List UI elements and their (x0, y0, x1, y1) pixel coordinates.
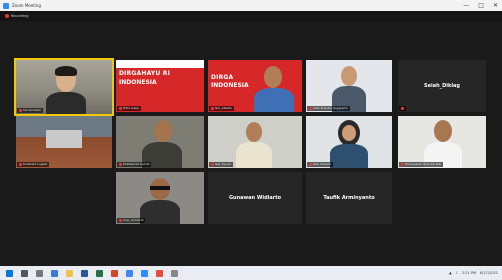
participant-display-name: Gunawan Widiarto (228, 195, 282, 201)
participant-name-tag (399, 106, 406, 111)
wifi-icon[interactable]: ▲ (449, 271, 452, 275)
participant-name-tag: Rita Yulianti (307, 162, 333, 167)
participant-tile[interactable]: Taufik Arminyanto (306, 172, 392, 224)
participant-video (16, 60, 112, 114)
edge-icon[interactable] (51, 269, 58, 277)
app-icon[interactable] (156, 269, 163, 277)
participant-video (306, 116, 392, 168)
participant-name-tag: Iris Surianto (17, 108, 44, 113)
participant-face (341, 66, 357, 86)
participant-tile[interactable]: Seiah_Diklag (398, 60, 486, 112)
participant-name-tag: Adhi Pranata Sugiyarto (307, 106, 350, 111)
mic-muted-icon (309, 163, 312, 166)
participant-face (246, 122, 262, 142)
mic-muted-icon (309, 107, 312, 110)
participant-tile[interactable]: DIRGA INDONESIA Giri_Irfanto (208, 60, 302, 112)
participant-face (154, 120, 172, 142)
participant-video (16, 116, 112, 168)
recording-label[interactable]: Recording (11, 14, 29, 18)
banner-title: DIRGAHAYU RI (119, 70, 171, 77)
clock-time[interactable]: 2:21 PM (462, 271, 476, 275)
mic-muted-icon (119, 163, 122, 166)
participant-video (116, 172, 204, 224)
word-icon[interactable] (81, 269, 88, 277)
participant-name-tag: Sujo_Sumardi (117, 218, 146, 223)
participant-display-name: Seiah_Diklag (424, 83, 460, 89)
banner-subtitle: INDONESIA (119, 79, 157, 86)
start-icon[interactable] (6, 269, 13, 277)
participant-name-tag: Giri_Irfanto (209, 106, 234, 111)
mic-muted-icon (19, 109, 22, 112)
participant-body (140, 200, 180, 224)
title-bar: Zoom Meeting — □ ✕ (0, 0, 502, 11)
task-view-icon[interactable] (36, 269, 43, 277)
powerpoint-icon[interactable] (111, 269, 118, 277)
recording-icon (5, 14, 9, 18)
close-button[interactable]: ✕ (493, 2, 498, 9)
participant-video (116, 116, 204, 168)
participant-name-tag: Muhtamad Samid (117, 162, 152, 167)
participant-video (306, 60, 392, 112)
participant-body (236, 142, 272, 168)
mic-muted-icon (401, 107, 404, 110)
participant-hair (55, 66, 77, 76)
participant-display-name: Taufik Arminyanto (323, 195, 375, 201)
zoom-window: Zoom Meeting — □ ✕ Recording Iris Surian… (0, 0, 502, 280)
participant-tile[interactable]: Muhtamad Samid (116, 116, 204, 168)
participant-body (254, 88, 294, 112)
participant-tile[interactable]: Sujo_Sumardi (116, 172, 204, 224)
clock-date[interactable]: 8/17/2021 (480, 271, 498, 275)
participant-face (434, 120, 452, 142)
system-tray: ▲ ♪ 2:21 PM 8/17/2021 (449, 266, 498, 280)
banner-title: DIRGA (211, 74, 234, 81)
chrome-icon[interactable] (126, 269, 133, 277)
participant-tile[interactable]: Rita Yulianti (306, 116, 392, 168)
window-controls: — □ ✕ (463, 0, 498, 11)
participant-tile[interactable]: Gunawan Widiarto (208, 172, 302, 224)
maximize-button[interactable]: □ (478, 2, 484, 9)
mic-muted-icon (211, 107, 214, 110)
zoom-icon (3, 2, 9, 9)
participant-video (208, 116, 302, 168)
recording-bar: Recording (0, 11, 502, 21)
participant-name-tag: Hirauwanto Riza 19 dab (399, 162, 443, 167)
participant-tile[interactable]: Iris Surianto (14, 58, 114, 116)
mic-muted-icon (119, 219, 122, 222)
participant-name-tag: Isal_Syuari (209, 162, 234, 167)
file-explorer-icon[interactable] (66, 269, 73, 277)
banner-subtitle: INDONESIA (211, 82, 249, 89)
mic-muted-icon (19, 163, 22, 166)
minimize-button[interactable]: — (463, 2, 469, 9)
participant-video: DIRGA INDONESIA (208, 60, 302, 112)
sunglasses-icon (150, 186, 170, 190)
participant-tile[interactable]: Isal_Syuari (208, 116, 302, 168)
window-title: Zoom Meeting (12, 3, 41, 8)
participant-face (342, 125, 356, 141)
participant-body (46, 92, 86, 114)
volume-icon[interactable]: ♪ (456, 271, 458, 275)
participant-tile[interactable]: Kinkhard Lugadi (16, 116, 112, 168)
participant-body (330, 144, 368, 168)
participant-video (398, 116, 486, 168)
mic-muted-icon (401, 163, 404, 166)
building-window (46, 130, 82, 148)
taskbar: ▲ ♪ 2:21 PM 8/17/2021 (0, 266, 502, 280)
participant-name-tag: Kinkhard Lugadi (17, 162, 50, 167)
participant-tile[interactable]: Hirauwanto Riza 19 dab (398, 116, 486, 168)
mic-muted-icon (211, 163, 214, 166)
search-icon[interactable] (21, 269, 28, 277)
excel-icon[interactable] (96, 269, 103, 277)
participant-face (264, 66, 282, 88)
participant-name-tag: Hifni Lubis (117, 106, 141, 111)
participant-tile[interactable]: Adhi Pranata Sugiyarto (306, 60, 392, 112)
participant-tile[interactable]: DIRGAHAYU RI INDONESIA Hifni Lubis (116, 60, 204, 112)
zoom-taskbar-icon[interactable] (141, 269, 148, 277)
mic-muted-icon (119, 107, 122, 110)
app-icon[interactable] (171, 269, 178, 277)
participant-video: DIRGAHAYU RI INDONESIA (116, 60, 204, 112)
